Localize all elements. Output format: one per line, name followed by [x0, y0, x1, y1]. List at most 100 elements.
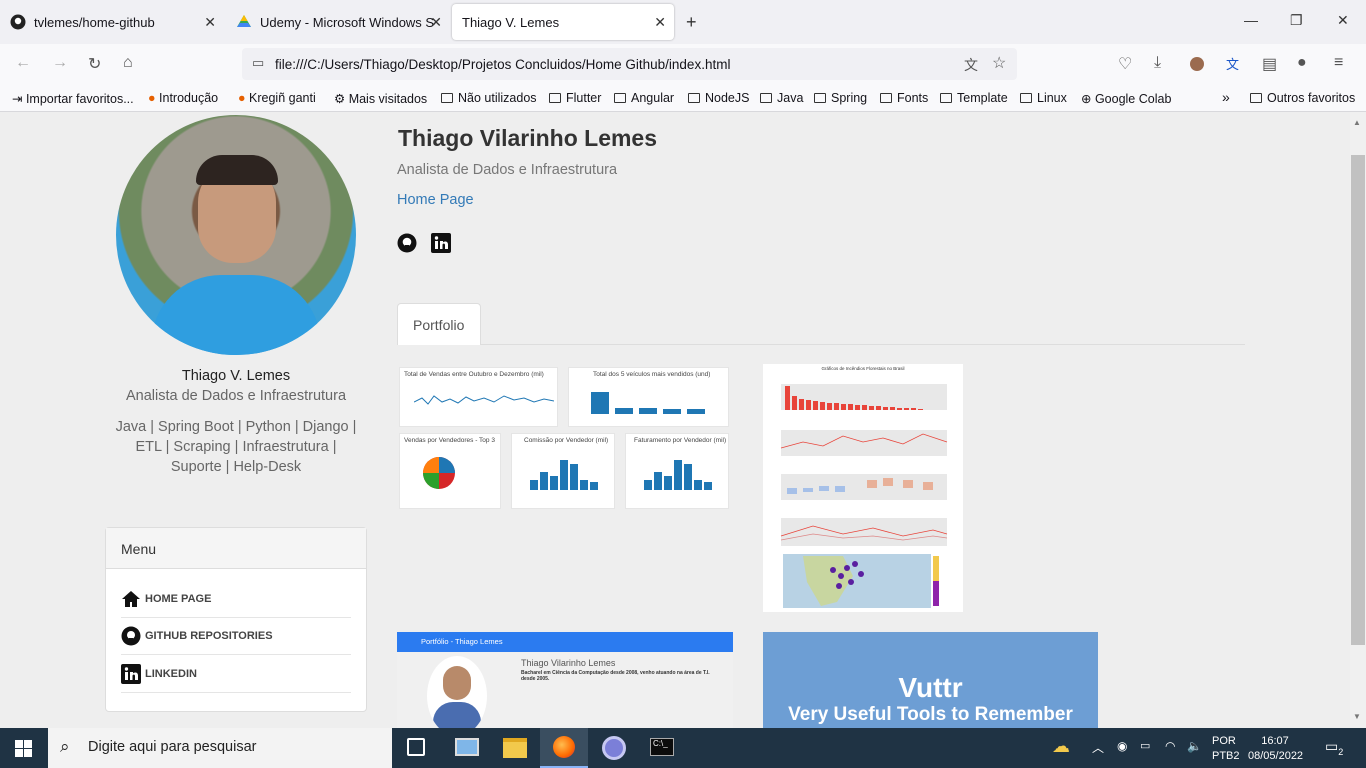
tab-udemy[interactable]: Udemy - Microsoft Windows Se ✕: [226, 4, 450, 40]
firefox-taskbar[interactable]: [540, 728, 588, 768]
portfolio-card-vuttr[interactable]: Vuttr Very Useful Tools to Remember: [763, 632, 1098, 728]
star-icon[interactable]: ☆: [992, 53, 1006, 73]
pdf-icon[interactable]: ▤: [1262, 54, 1277, 74]
bookmark-template[interactable]: Template: [940, 91, 1008, 105]
home-icon: [122, 591, 140, 607]
import-icon: ⇥: [12, 92, 26, 106]
profile-name: Thiago V. Lemes: [181, 368, 291, 384]
menu-item-github[interactable]: GITHUB REPOSITORIES: [121, 618, 351, 655]
github-icon[interactable]: [397, 233, 417, 253]
home-icon[interactable]: ⌂: [123, 54, 133, 72]
bookmark-outros[interactable]: Outros favoritos: [1250, 91, 1355, 105]
bookmark-linux[interactable]: Linux: [1020, 91, 1067, 105]
folder-icon: [549, 93, 561, 103]
menu-panel: Menu HOME PAGE GITHUB REPOSITORIES LINKE…: [105, 527, 367, 712]
bookmark-mais-visitados[interactable]: ⚙ Mais visitados: [334, 91, 427, 106]
firefox-icon: ●: [148, 91, 160, 105]
chart-thumb: Total dos 5 veículos mais vendidos (und): [568, 367, 729, 427]
forward-icon[interactable]: →: [52, 54, 68, 72]
restore-icon[interactable]: ❐: [1290, 12, 1303, 29]
page-title: Thiago Vilarinho Lemes: [398, 125, 658, 151]
page-subtitle: Analista de Dados e Infraestrutura: [397, 162, 618, 178]
bookmark-nodejs[interactable]: NodeJS: [688, 91, 749, 105]
bookmark-angular[interactable]: Angular: [614, 91, 674, 105]
window-close-icon[interactable]: ✕: [1337, 12, 1349, 29]
menu-item-linkedin[interactable]: LINKEDIN: [121, 656, 351, 693]
volume-icon[interactable]: 🔈: [1187, 739, 1202, 753]
scrollbar-thumb[interactable]: [1351, 155, 1365, 645]
portfolio-card-fires[interactable]: Gráficos de Incêndios Florestais no Bras…: [763, 364, 963, 612]
bookmark-import[interactable]: ⇥ Importar favoritos...: [12, 91, 134, 106]
clock[interactable]: 16:07 08/05/2022: [1248, 734, 1303, 764]
taskbar: ⌕ Digite aqui para pesquisar C:\_ ☁ ︿ ◉ …: [0, 728, 1366, 768]
meet-icon[interactable]: ◉: [1117, 739, 1127, 753]
weather-icon[interactable]: ☁: [1052, 736, 1070, 757]
globe-icon: ⊕: [1081, 92, 1095, 106]
more-bookmarks-icon[interactable]: »: [1222, 89, 1230, 105]
pie-thumb: [423, 457, 455, 489]
pocket-icon[interactable]: ♡: [1118, 54, 1132, 74]
linkedin-icon[interactable]: [431, 233, 451, 253]
minimize-icon[interactable]: —: [1244, 12, 1258, 28]
linkedin-icon: [121, 664, 141, 684]
tab-label: Thiago V. Lemes: [462, 14, 560, 30]
portfolio-card-site[interactable]: Portfólio - Thiago Lemes Thiago Vilarinh…: [397, 632, 733, 728]
portfolio-card-sales[interactable]: Total de Vendas entre Outubro e Dezembro…: [397, 364, 733, 510]
back-icon[interactable]: ←: [15, 54, 31, 72]
menu-title: Menu: [106, 528, 366, 569]
folder-icon: [940, 93, 952, 103]
drive-icon: [237, 15, 251, 27]
account-icon[interactable]: [1190, 57, 1204, 71]
menu-item-home[interactable]: HOME PAGE: [121, 581, 351, 618]
tab-label: Udemy - Microsoft Windows Se: [260, 14, 435, 30]
close-icon[interactable]: ✕: [654, 14, 666, 31]
taskbar-search[interactable]: ⌕ Digite aqui para pesquisar: [48, 728, 392, 768]
language-indicator[interactable]: POR PTB2: [1212, 734, 1240, 764]
terminal-icon[interactable]: C:\_: [650, 738, 674, 756]
portfolio-topbar: Portfólio - Thiago Lemes: [397, 632, 733, 652]
new-tab-icon[interactable]: +: [686, 12, 697, 33]
bookmark-nao-utilizados[interactable]: Não utilizados: [441, 91, 537, 105]
url-text: file:///C:/Users/Thiago/Desktop/Projetos…: [275, 57, 731, 72]
folder-icon: [688, 93, 700, 103]
battery-icon[interactable]: ▭: [1140, 739, 1150, 752]
tab-portfolio[interactable]: Portfolio: [397, 303, 481, 345]
chart-thumb: Comissão por Vendedor (mil): [511, 433, 615, 509]
tab-github[interactable]: tvlemes/home-github ✕: [0, 4, 224, 40]
windows-start-icon[interactable]: [15, 740, 32, 757]
profile-photo: [116, 115, 356, 355]
extensions-icon[interactable]: ●: [1297, 54, 1307, 72]
close-icon[interactable]: ✕: [204, 14, 216, 31]
line-thumb: [414, 395, 554, 405]
firefox-icon: ●: [238, 91, 250, 105]
profile-role: Analista de Dados e Infraestrutura: [125, 388, 347, 404]
bar-thumb: [591, 392, 705, 414]
folder-icon: [760, 93, 772, 103]
bookmark-spring[interactable]: Spring: [814, 91, 867, 105]
bookmark-fonts[interactable]: Fonts: [880, 91, 928, 105]
translate-icon[interactable]: 文: [964, 55, 978, 75]
app-icon[interactable]: [602, 736, 626, 760]
menu-icon[interactable]: ≡: [1334, 54, 1343, 72]
tab-thiago[interactable]: Thiago V. Lemes ✕: [452, 4, 674, 40]
reload-icon[interactable]: ↻: [88, 54, 101, 74]
profile-skills: Java | Spring Boot | Python | Django | E…: [115, 419, 357, 475]
bookmark-flutter[interactable]: Flutter: [549, 91, 601, 105]
network-icon[interactable]: ◠: [1165, 739, 1175, 753]
home-page-link[interactable]: Home Page: [397, 192, 474, 208]
bookmark-introducao[interactable]: ● Introdução: [148, 91, 218, 105]
this-pc-icon[interactable]: [455, 738, 479, 756]
url-bar[interactable]: ▭ file:///C:/Users/Thiago/Desktop/Projet…: [242, 48, 1017, 80]
chart-thumb: Faturamento por Vendedor (mil): [625, 433, 729, 509]
task-view-icon[interactable]: [407, 738, 425, 756]
bookmark-kregin[interactable]: ● Kregiñ ganti: [238, 91, 316, 105]
tray-chevron-icon[interactable]: ︿: [1092, 739, 1104, 756]
close-icon[interactable]: ✕: [430, 14, 442, 31]
download-icon[interactable]: ⤓: [1154, 54, 1161, 72]
bookmark-google-colab[interactable]: ⊕ Google Colab: [1081, 91, 1171, 106]
folder-icon: [880, 93, 892, 103]
notification-icon[interactable]: ▭2: [1325, 738, 1343, 757]
bookmark-java[interactable]: Java: [760, 91, 803, 105]
translate-ext-icon[interactable]: 文: [1226, 54, 1239, 73]
file-explorer-icon[interactable]: [503, 738, 527, 758]
